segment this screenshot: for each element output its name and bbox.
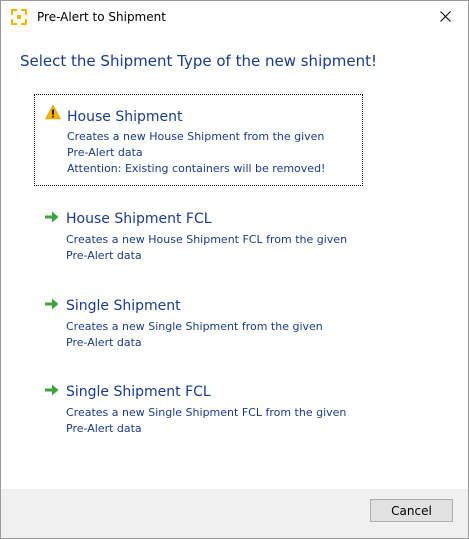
window-title: Pre-Alert to Shipment: [37, 10, 166, 24]
option-warning-line: Attention: Existing containers will be r…: [67, 162, 326, 175]
close-icon: [439, 11, 451, 22]
dialog-heading: Select the Shipment Type of the new ship…: [20, 52, 377, 70]
option-description-line: Creates a new House Shipment from the gi…: [67, 130, 325, 143]
arrow-right-icon: [45, 211, 59, 223]
arrow-right-icon: [45, 298, 59, 310]
option-description-line: Creates a new Single Shipment FCL from t…: [66, 406, 347, 419]
option-description-line: Pre-Alert data: [66, 422, 142, 435]
option-single-shipment-fcl[interactable]: Single Shipment FCL Creates a new Single…: [34, 374, 363, 444]
option-description-line: Creates a new House Shipment FCL from th…: [66, 233, 348, 246]
option-title: House Shipment: [67, 109, 183, 125]
option-description-line: Pre-Alert data: [67, 146, 143, 159]
option-single-shipment[interactable]: Single Shipment Creates a new Single Shi…: [34, 288, 363, 358]
arrow-right-icon: [45, 384, 59, 396]
warning-icon: [45, 104, 61, 120]
option-description-line: Pre-Alert data: [66, 336, 142, 349]
option-house-shipment-fcl[interactable]: House Shipment FCL Creates a new House S…: [34, 201, 363, 271]
option-title: Single Shipment: [66, 298, 181, 314]
option-house-shipment[interactable]: House Shipment Creates a new House Shipm…: [34, 94, 363, 186]
option-title: Single Shipment FCL: [66, 384, 211, 400]
app-logo-icon: [11, 9, 27, 25]
option-title: House Shipment FCL: [66, 211, 212, 227]
title-bar[interactable]: Pre-Alert to Shipment: [1, 1, 468, 32]
option-description-line: Creates a new Single Shipment from the g…: [66, 320, 323, 333]
dialog-window: Pre-Alert to Shipment Select the Shipmen…: [0, 0, 469, 539]
close-button[interactable]: [422, 1, 468, 32]
cancel-button[interactable]: Cancel: [370, 499, 453, 522]
option-description-line: Pre-Alert data: [66, 249, 142, 262]
